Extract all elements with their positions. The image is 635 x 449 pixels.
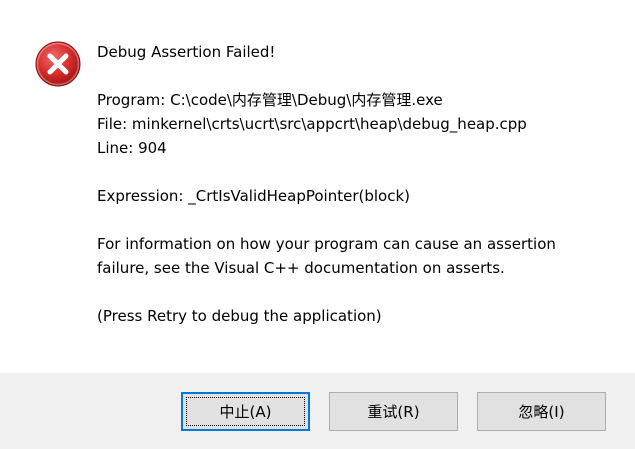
ignore-button[interactable]: 忽略(I) — [477, 392, 606, 431]
button-bar: 中止(A) 重试(R) 忽略(I) — [0, 373, 635, 449]
retry-button-label: 重试(R) — [367, 403, 420, 421]
file-line: File: minkernel\crts\ucrt\src\appcrt\hea… — [97, 115, 527, 133]
retry-hint: (Press Retry to debug the application) — [97, 307, 382, 325]
expression-line: Expression: _CrtIsValidHeapPointer(block… — [97, 187, 411, 205]
info-line-1: For information on how your program can … — [97, 235, 556, 253]
info-line-2: failure, see the Visual C++ documentatio… — [97, 259, 505, 277]
ignore-button-label: 忽略(I) — [518, 403, 565, 421]
message-title: Debug Assertion Failed! — [97, 43, 276, 61]
error-icon — [34, 40, 82, 88]
message-text: Debug Assertion Failed! Program: C:\code… — [97, 40, 617, 328]
line-number: Line: 904 — [97, 139, 167, 157]
abort-button[interactable]: 中止(A) — [181, 392, 310, 431]
retry-button[interactable]: 重试(R) — [329, 392, 458, 431]
abort-button-label: 中止(A) — [219, 403, 272, 421]
program-line: Program: C:\code\内存管理\Debug\内存管理.exe — [97, 91, 443, 109]
assertion-dialog: Debug Assertion Failed! Program: C:\code… — [0, 0, 635, 449]
